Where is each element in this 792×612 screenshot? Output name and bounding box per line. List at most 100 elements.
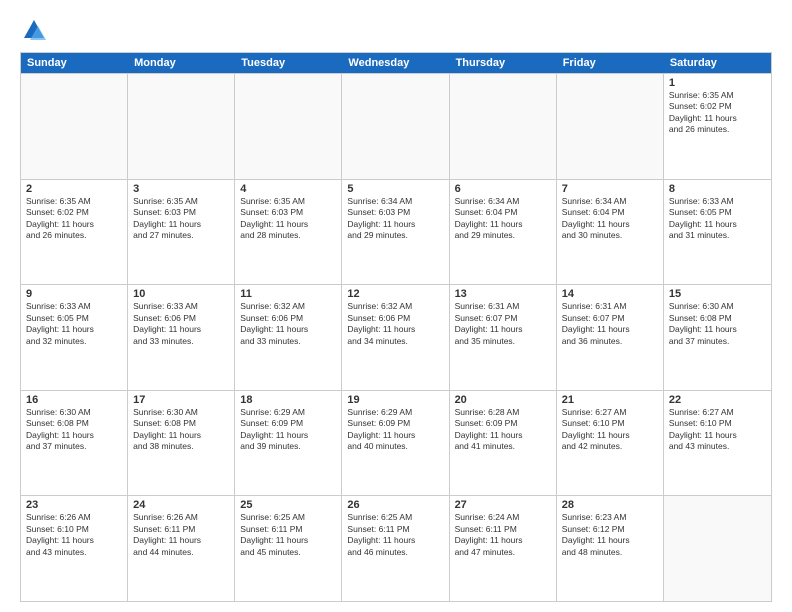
cal-cell: 22Sunrise: 6:27 AM Sunset: 6:10 PM Dayli… bbox=[664, 391, 771, 496]
weekday-header-monday: Monday bbox=[128, 53, 235, 73]
cal-cell bbox=[342, 74, 449, 179]
cal-cell: 9Sunrise: 6:33 AM Sunset: 6:05 PM Daylig… bbox=[21, 285, 128, 390]
cell-day-number: 9 bbox=[26, 288, 122, 300]
cell-info: Sunrise: 6:31 AM Sunset: 6:07 PM Dayligh… bbox=[455, 301, 551, 347]
weekday-header-friday: Friday bbox=[557, 53, 664, 73]
cell-day-number: 22 bbox=[669, 394, 766, 406]
cell-info: Sunrise: 6:29 AM Sunset: 6:09 PM Dayligh… bbox=[240, 407, 336, 453]
cal-cell: 14Sunrise: 6:31 AM Sunset: 6:07 PM Dayli… bbox=[557, 285, 664, 390]
calendar: SundayMondayTuesdayWednesdayThursdayFrid… bbox=[20, 52, 772, 602]
cell-info: Sunrise: 6:27 AM Sunset: 6:10 PM Dayligh… bbox=[669, 407, 766, 453]
cell-day-number: 12 bbox=[347, 288, 443, 300]
cell-info: Sunrise: 6:24 AM Sunset: 6:11 PM Dayligh… bbox=[455, 512, 551, 558]
cal-cell: 21Sunrise: 6:27 AM Sunset: 6:10 PM Dayli… bbox=[557, 391, 664, 496]
cal-cell bbox=[664, 496, 771, 601]
cell-info: Sunrise: 6:30 AM Sunset: 6:08 PM Dayligh… bbox=[26, 407, 122, 453]
cal-cell bbox=[235, 74, 342, 179]
cal-cell: 25Sunrise: 6:25 AM Sunset: 6:11 PM Dayli… bbox=[235, 496, 342, 601]
cell-day-number: 3 bbox=[133, 183, 229, 195]
cell-info: Sunrise: 6:26 AM Sunset: 6:10 PM Dayligh… bbox=[26, 512, 122, 558]
logo bbox=[20, 16, 52, 44]
cal-cell bbox=[128, 74, 235, 179]
page: SundayMondayTuesdayWednesdayThursdayFrid… bbox=[0, 0, 792, 612]
cell-info: Sunrise: 6:26 AM Sunset: 6:11 PM Dayligh… bbox=[133, 512, 229, 558]
cal-cell: 8Sunrise: 6:33 AM Sunset: 6:05 PM Daylig… bbox=[664, 180, 771, 285]
cal-cell: 11Sunrise: 6:32 AM Sunset: 6:06 PM Dayli… bbox=[235, 285, 342, 390]
cell-day-number: 5 bbox=[347, 183, 443, 195]
week-row-0: 1Sunrise: 6:35 AM Sunset: 6:02 PM Daylig… bbox=[21, 73, 771, 179]
cal-cell: 15Sunrise: 6:30 AM Sunset: 6:08 PM Dayli… bbox=[664, 285, 771, 390]
cal-cell: 27Sunrise: 6:24 AM Sunset: 6:11 PM Dayli… bbox=[450, 496, 557, 601]
weekday-header-tuesday: Tuesday bbox=[235, 53, 342, 73]
cell-day-number: 27 bbox=[455, 499, 551, 511]
cal-cell: 2Sunrise: 6:35 AM Sunset: 6:02 PM Daylig… bbox=[21, 180, 128, 285]
cell-info: Sunrise: 6:30 AM Sunset: 6:08 PM Dayligh… bbox=[133, 407, 229, 453]
cal-cell: 16Sunrise: 6:30 AM Sunset: 6:08 PM Dayli… bbox=[21, 391, 128, 496]
week-row-1: 2Sunrise: 6:35 AM Sunset: 6:02 PM Daylig… bbox=[21, 179, 771, 285]
weekday-header-wednesday: Wednesday bbox=[342, 53, 449, 73]
cell-day-number: 24 bbox=[133, 499, 229, 511]
cell-day-number: 1 bbox=[669, 77, 766, 89]
cell-day-number: 25 bbox=[240, 499, 336, 511]
cal-cell: 4Sunrise: 6:35 AM Sunset: 6:03 PM Daylig… bbox=[235, 180, 342, 285]
cell-day-number: 13 bbox=[455, 288, 551, 300]
cal-cell: 18Sunrise: 6:29 AM Sunset: 6:09 PM Dayli… bbox=[235, 391, 342, 496]
logo-icon bbox=[20, 16, 48, 44]
cell-info: Sunrise: 6:29 AM Sunset: 6:09 PM Dayligh… bbox=[347, 407, 443, 453]
cell-day-number: 2 bbox=[26, 183, 122, 195]
cell-day-number: 20 bbox=[455, 394, 551, 406]
cell-day-number: 18 bbox=[240, 394, 336, 406]
cal-cell: 3Sunrise: 6:35 AM Sunset: 6:03 PM Daylig… bbox=[128, 180, 235, 285]
cal-cell: 23Sunrise: 6:26 AM Sunset: 6:10 PM Dayli… bbox=[21, 496, 128, 601]
cal-cell bbox=[450, 74, 557, 179]
cal-cell: 12Sunrise: 6:32 AM Sunset: 6:06 PM Dayli… bbox=[342, 285, 449, 390]
week-row-3: 16Sunrise: 6:30 AM Sunset: 6:08 PM Dayli… bbox=[21, 390, 771, 496]
cal-cell: 6Sunrise: 6:34 AM Sunset: 6:04 PM Daylig… bbox=[450, 180, 557, 285]
cal-cell: 17Sunrise: 6:30 AM Sunset: 6:08 PM Dayli… bbox=[128, 391, 235, 496]
cal-cell: 13Sunrise: 6:31 AM Sunset: 6:07 PM Dayli… bbox=[450, 285, 557, 390]
cell-info: Sunrise: 6:25 AM Sunset: 6:11 PM Dayligh… bbox=[240, 512, 336, 558]
cell-day-number: 6 bbox=[455, 183, 551, 195]
cell-info: Sunrise: 6:33 AM Sunset: 6:05 PM Dayligh… bbox=[26, 301, 122, 347]
cal-cell bbox=[557, 74, 664, 179]
header bbox=[20, 16, 772, 44]
cell-day-number: 16 bbox=[26, 394, 122, 406]
cal-cell: 24Sunrise: 6:26 AM Sunset: 6:11 PM Dayli… bbox=[128, 496, 235, 601]
cell-day-number: 23 bbox=[26, 499, 122, 511]
cal-cell: 5Sunrise: 6:34 AM Sunset: 6:03 PM Daylig… bbox=[342, 180, 449, 285]
cell-info: Sunrise: 6:28 AM Sunset: 6:09 PM Dayligh… bbox=[455, 407, 551, 453]
cell-info: Sunrise: 6:35 AM Sunset: 6:02 PM Dayligh… bbox=[669, 90, 766, 136]
cell-info: Sunrise: 6:31 AM Sunset: 6:07 PM Dayligh… bbox=[562, 301, 658, 347]
cell-info: Sunrise: 6:33 AM Sunset: 6:05 PM Dayligh… bbox=[669, 196, 766, 242]
cal-cell: 10Sunrise: 6:33 AM Sunset: 6:06 PM Dayli… bbox=[128, 285, 235, 390]
week-row-2: 9Sunrise: 6:33 AM Sunset: 6:05 PM Daylig… bbox=[21, 284, 771, 390]
cell-day-number: 17 bbox=[133, 394, 229, 406]
cell-day-number: 11 bbox=[240, 288, 336, 300]
cal-cell: 26Sunrise: 6:25 AM Sunset: 6:11 PM Dayli… bbox=[342, 496, 449, 601]
cell-day-number: 28 bbox=[562, 499, 658, 511]
weekday-header-thursday: Thursday bbox=[450, 53, 557, 73]
cell-day-number: 26 bbox=[347, 499, 443, 511]
cell-info: Sunrise: 6:35 AM Sunset: 6:03 PM Dayligh… bbox=[240, 196, 336, 242]
cell-day-number: 19 bbox=[347, 394, 443, 406]
cell-day-number: 4 bbox=[240, 183, 336, 195]
week-row-4: 23Sunrise: 6:26 AM Sunset: 6:10 PM Dayli… bbox=[21, 495, 771, 601]
cell-info: Sunrise: 6:30 AM Sunset: 6:08 PM Dayligh… bbox=[669, 301, 766, 347]
cell-day-number: 14 bbox=[562, 288, 658, 300]
weekday-header-sunday: Sunday bbox=[21, 53, 128, 73]
cal-cell: 1Sunrise: 6:35 AM Sunset: 6:02 PM Daylig… bbox=[664, 74, 771, 179]
cal-cell: 7Sunrise: 6:34 AM Sunset: 6:04 PM Daylig… bbox=[557, 180, 664, 285]
cell-info: Sunrise: 6:32 AM Sunset: 6:06 PM Dayligh… bbox=[347, 301, 443, 347]
cell-info: Sunrise: 6:35 AM Sunset: 6:02 PM Dayligh… bbox=[26, 196, 122, 242]
cell-day-number: 8 bbox=[669, 183, 766, 195]
cell-info: Sunrise: 6:23 AM Sunset: 6:12 PM Dayligh… bbox=[562, 512, 658, 558]
weekday-header-saturday: Saturday bbox=[664, 53, 771, 73]
cell-info: Sunrise: 6:27 AM Sunset: 6:10 PM Dayligh… bbox=[562, 407, 658, 453]
calendar-header: SundayMondayTuesdayWednesdayThursdayFrid… bbox=[21, 53, 771, 73]
cell-day-number: 21 bbox=[562, 394, 658, 406]
cell-info: Sunrise: 6:34 AM Sunset: 6:03 PM Dayligh… bbox=[347, 196, 443, 242]
cell-day-number: 15 bbox=[669, 288, 766, 300]
cal-cell: 20Sunrise: 6:28 AM Sunset: 6:09 PM Dayli… bbox=[450, 391, 557, 496]
cell-info: Sunrise: 6:25 AM Sunset: 6:11 PM Dayligh… bbox=[347, 512, 443, 558]
cal-cell: 19Sunrise: 6:29 AM Sunset: 6:09 PM Dayli… bbox=[342, 391, 449, 496]
